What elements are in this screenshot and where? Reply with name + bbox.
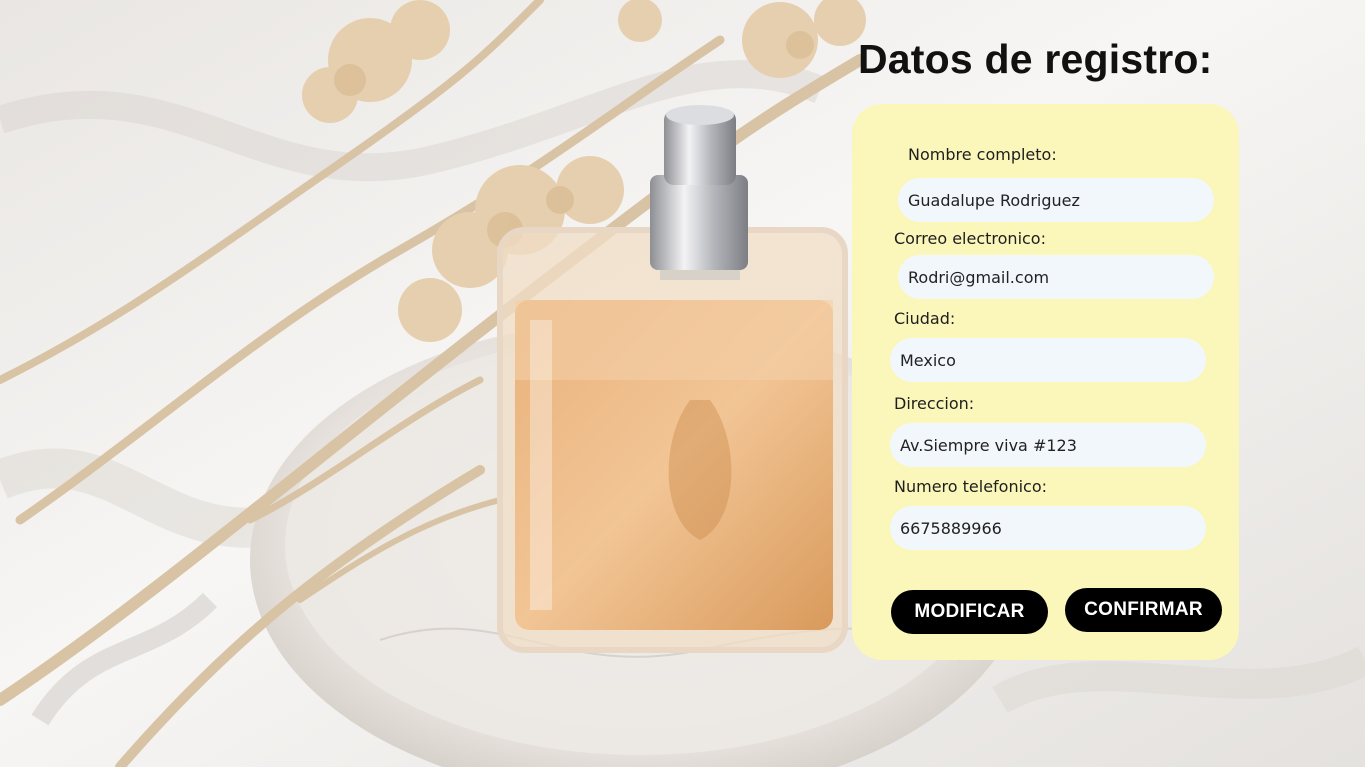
- page-title: Datos de registro:: [858, 36, 1213, 82]
- phone-label: Numero telefonico:: [894, 477, 1048, 496]
- full-name-input[interactable]: [898, 178, 1214, 222]
- confirm-button[interactable]: CONFIRMAR: [1065, 588, 1222, 632]
- address-input[interactable]: [890, 423, 1206, 467]
- modify-button[interactable]: MODIFICAR: [891, 590, 1048, 634]
- city-input[interactable]: [890, 338, 1206, 382]
- address-label: Direccion:: [894, 394, 975, 413]
- email-input[interactable]: [898, 255, 1214, 299]
- phone-input[interactable]: [890, 506, 1206, 550]
- email-label: Correo electronico:: [894, 229, 1046, 248]
- city-label: Ciudad:: [894, 309, 956, 328]
- full-name-label: Nombre completo:: [908, 145, 1057, 164]
